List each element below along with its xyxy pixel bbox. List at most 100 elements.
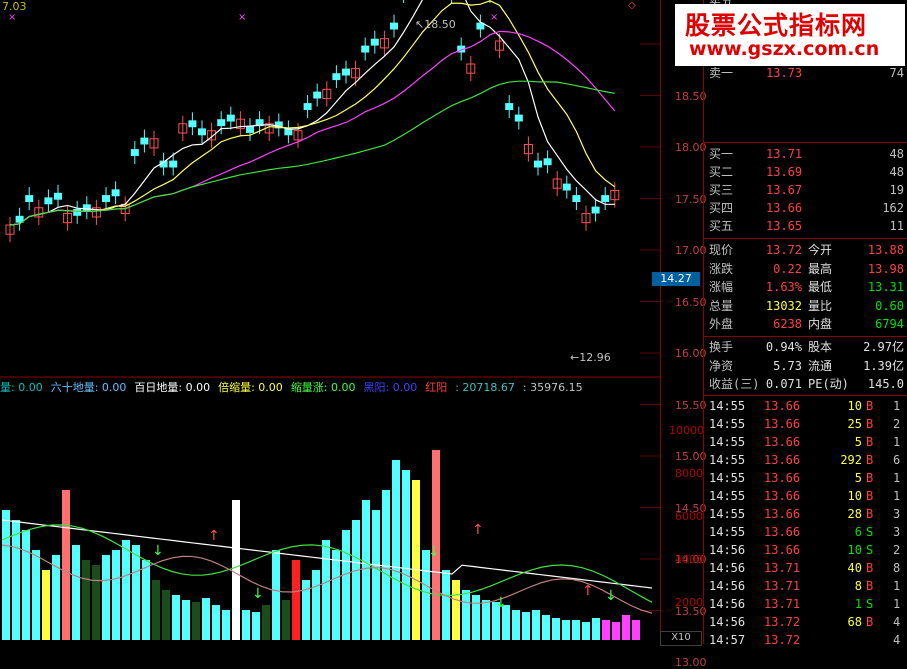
quote-label: 总量 xyxy=(709,298,734,313)
stat-value: 2.97亿 xyxy=(863,340,904,354)
volume-bar xyxy=(2,510,10,640)
quote-label: 外盘 xyxy=(709,317,734,331)
volume-bar xyxy=(462,590,470,640)
tick-row: 14:55 13.66 292 B 6 xyxy=(704,451,907,469)
volume-axis-label: 10000 xyxy=(669,424,704,437)
cross-marker-icon: × xyxy=(8,12,17,23)
indicator-item: 缩量涨: 0.00 xyxy=(290,381,356,394)
tick-side: B xyxy=(866,561,874,575)
tick-count: 2 xyxy=(893,543,901,557)
divider xyxy=(704,142,907,143)
volume-bar xyxy=(282,600,290,640)
signal-arrow-icon: ↓ xyxy=(252,586,264,602)
tick-volume: 1 xyxy=(854,597,862,611)
volume-bar xyxy=(12,520,20,640)
indicator-legend: 量: 0.00 六十地量: 0.00 百日地量: 0.00 倍缩量: 0.00 缩量涨:… xyxy=(0,379,591,395)
quote-row: 总量 13032 量比 0.60 xyxy=(704,297,907,315)
tick-count: 2 xyxy=(893,417,901,431)
candle-body xyxy=(505,103,514,110)
candle-body xyxy=(514,114,523,122)
volume-bar xyxy=(612,622,620,640)
tick-count: 3 xyxy=(893,525,901,539)
bid-volume: 48 xyxy=(889,165,904,179)
volume-bar xyxy=(632,620,640,640)
tick-volume: 25 xyxy=(847,417,862,431)
tick-price: 13.72 xyxy=(764,633,801,647)
tick-price: 13.71 xyxy=(764,579,801,593)
candle-body xyxy=(370,38,379,46)
ma-line xyxy=(9,0,616,226)
quote-value: 13.72 xyxy=(765,243,802,257)
candle-body xyxy=(601,195,610,202)
stat-label: PE(动) xyxy=(808,377,849,391)
price-axis-label: 17.50 xyxy=(675,192,707,206)
tick-side: B xyxy=(866,615,874,629)
cross-marker-icon: × xyxy=(238,12,247,23)
tick-volume: 28 xyxy=(847,507,862,521)
volume-bar xyxy=(512,610,520,640)
volume-bar xyxy=(582,622,590,640)
tick-count: 6 xyxy=(893,453,901,467)
volume-bar xyxy=(542,615,550,640)
current-price-tag: 14.27 xyxy=(652,272,700,286)
candle-body xyxy=(188,120,197,128)
signal-arrow-icon: ↓ xyxy=(428,544,440,560)
indicator-item: 红阳 xyxy=(425,381,448,394)
tick-side: S xyxy=(866,597,874,611)
tick-row: 14:55 13.66 5 B 1 xyxy=(704,469,907,487)
volume-bar xyxy=(452,580,460,640)
volume-bar xyxy=(252,612,260,640)
candle-body xyxy=(198,128,206,136)
tick-count: 4 xyxy=(893,633,901,647)
tick-volume: 10 xyxy=(847,489,862,503)
price-axis-label: 18.50 xyxy=(675,89,707,103)
tick-volume: 5 xyxy=(854,471,862,485)
volume-bar xyxy=(532,610,540,640)
bid-label: 买四 xyxy=(709,201,734,215)
tick-row: 14:55 13.66 10 B 1 xyxy=(704,397,907,415)
quote-label: 最低 xyxy=(808,280,833,294)
quote-value: 13032 xyxy=(765,298,802,313)
candle-body xyxy=(111,189,120,197)
quote-label: 涨跌 xyxy=(709,261,734,276)
tick-row: 14:56 13.71 8 B 1 xyxy=(704,577,907,595)
bid-row: 买一 13.71 48 xyxy=(704,145,907,163)
quote-value: 6238 xyxy=(773,317,802,331)
volume-axis-label: 4000 xyxy=(675,553,703,566)
indicator-item: 六十地量: 0.00 xyxy=(50,381,127,394)
candle-body xyxy=(303,103,312,110)
tick-count: 1 xyxy=(893,435,901,449)
signal-arrow-icon: ↑ xyxy=(582,583,594,599)
candle-body xyxy=(82,204,91,212)
volume-bar xyxy=(572,620,580,640)
bid-price: 13.71 xyxy=(766,147,803,161)
bid-label: 买三 xyxy=(709,183,734,197)
bid-price: 13.66 xyxy=(766,201,803,215)
volume-bar xyxy=(142,560,150,640)
tick-count: 1 xyxy=(893,597,901,611)
tick-side: B xyxy=(866,489,874,503)
volume-bar xyxy=(472,595,480,640)
ask-row: 卖一 13.73 74 xyxy=(704,64,907,82)
stat-value: 145.0 xyxy=(867,377,904,391)
volume-bar xyxy=(202,598,210,640)
tick-row: 14:56 13.72 68 B 4 xyxy=(704,613,907,631)
tick-row: 14:55 13.66 6 S 3 xyxy=(704,523,907,541)
price-grid xyxy=(640,43,660,611)
tick-row: 14:55 13.66 28 B 3 xyxy=(704,505,907,523)
kline-chart[interactable]: ↓ ↑ ↓ ↓ ↑ ↓ ↑ ↓ xyxy=(0,0,702,644)
candle-body xyxy=(534,160,542,168)
volume-bar xyxy=(102,555,110,640)
bid-row: 买四 13.66 162 xyxy=(704,199,907,217)
candle-body xyxy=(73,208,82,216)
price-axis-label: 17.00 xyxy=(675,244,707,257)
stat-label: 换手 xyxy=(709,340,734,354)
indicator-item: : 35976.15 xyxy=(522,381,583,394)
tick-time: 14:56 xyxy=(709,543,746,557)
volume-bar xyxy=(362,500,370,640)
stat-label: 净资 xyxy=(709,358,734,373)
tick-count: 1 xyxy=(893,471,901,485)
tick-time: 14:55 xyxy=(709,417,746,431)
volume-bar xyxy=(562,620,570,640)
diamond-icon[interactable]: ◇ xyxy=(628,0,636,11)
